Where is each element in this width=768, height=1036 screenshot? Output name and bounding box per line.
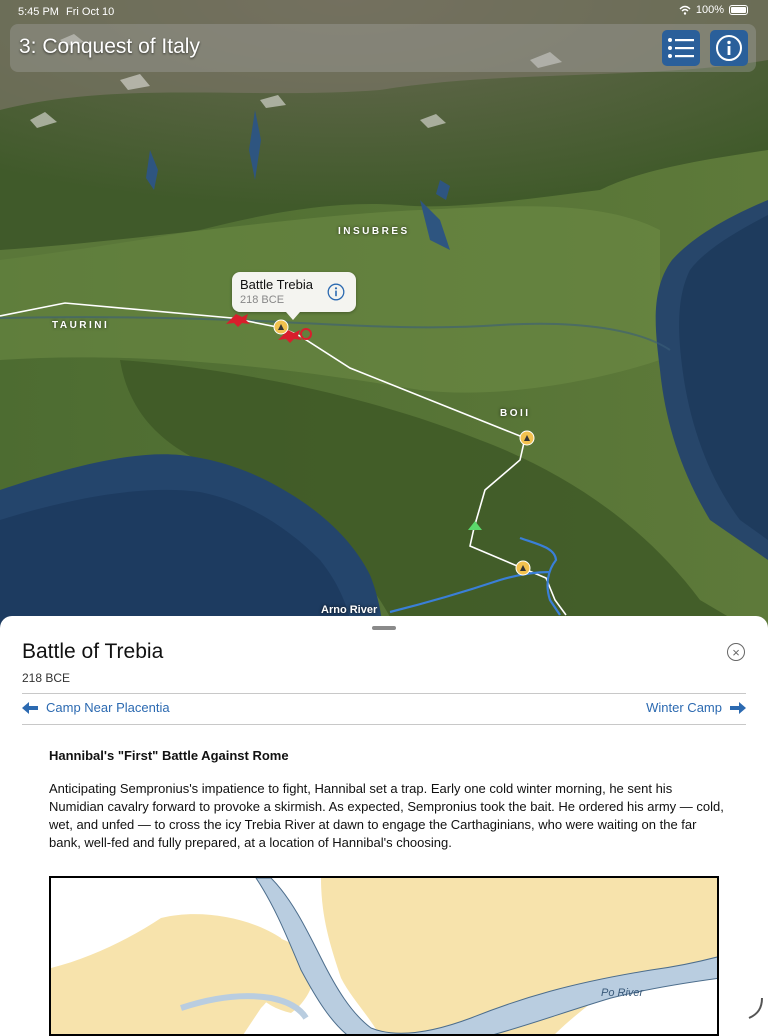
battle-map-image: Po River [49, 876, 719, 1036]
page-title: 3: Conquest of Italy [19, 35, 200, 58]
info-icon [716, 35, 742, 61]
river-label: Arno River [321, 604, 378, 616]
title-bar: 3: Conquest of Italy [10, 24, 756, 72]
description-paragraph: Anticipating Sempronius's impatience to … [49, 781, 724, 850]
map-callout[interactable]: Battle Trebia 218 BCE [232, 272, 356, 320]
next-location-label: Winter Camp [646, 700, 722, 715]
battery-icon [729, 5, 748, 15]
close-icon: × [732, 644, 740, 660]
info-icon[interactable] [327, 283, 345, 301]
callout-subtitle: 218 BCE [240, 294, 285, 306]
detail-sheet: Battle of Trebia 218 BCE × Camp Near Pla… [0, 616, 768, 1036]
list-button[interactable] [662, 30, 700, 66]
map-view[interactable] [0, 0, 768, 640]
inset-river-label: Po River [601, 987, 645, 999]
status-bar: 5:45 PM Fri Oct 10 100% [0, 0, 768, 24]
list-icon [668, 38, 694, 58]
arrow-right-icon [730, 701, 746, 714]
section-heading: Hannibal's "First" Battle Against Rome [49, 748, 289, 763]
region-label-boii: BOII [500, 408, 531, 419]
sheet-title: Battle of Trebia [22, 640, 164, 663]
scroll-indicator [748, 997, 763, 1019]
sheet-grabber[interactable] [372, 626, 396, 630]
region-label-taurini: TAURINI [52, 320, 110, 331]
status-date: Fri Oct 10 [66, 6, 115, 18]
close-button[interactable]: × [727, 643, 745, 661]
wifi-icon [679, 5, 691, 15]
callout-title: Battle Trebia [240, 277, 313, 292]
previous-location-label: Camp Near Placentia [46, 700, 170, 715]
battery-percent: 100% [695, 4, 724, 16]
info-button[interactable] [710, 30, 748, 66]
sheet-subtitle: 218 BCE [22, 671, 71, 685]
next-location-link[interactable]: Winter Camp [646, 700, 746, 715]
status-time: 5:45 PM [18, 6, 59, 18]
region-label-insubres: INSUBRES [338, 226, 410, 237]
arrow-left-icon [22, 701, 38, 714]
previous-location-link[interactable]: Camp Near Placentia [22, 700, 170, 715]
status-right: 100% [679, 4, 748, 16]
navigation-row: Camp Near Placentia Winter Camp [22, 693, 746, 725]
